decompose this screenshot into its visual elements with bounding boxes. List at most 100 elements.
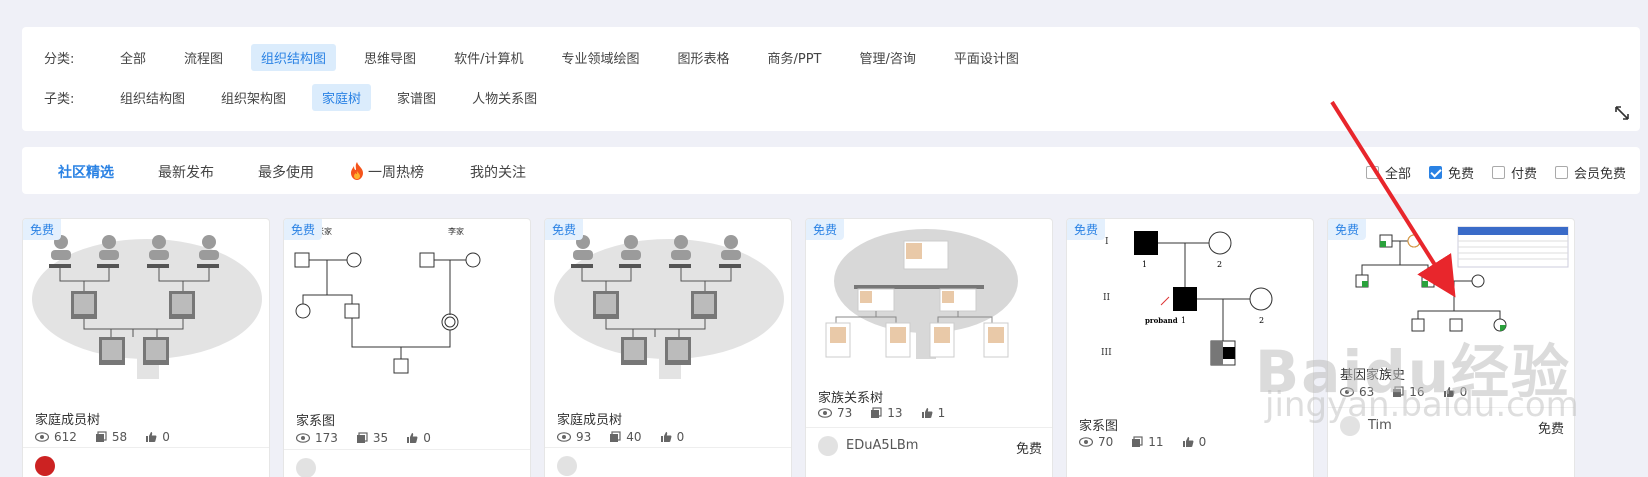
- category-flowchart[interactable]: 流程图: [174, 44, 233, 71]
- thumb-n2: 2: [1217, 260, 1222, 269]
- avatar: [296, 458, 316, 477]
- author-name[interactable]: EDuA5LBm: [846, 438, 918, 453]
- sort-tabs-panel: 社区精选 最新发布 最多使用 一周热榜 我的关注 全部 免费 付费 会员免费: [22, 147, 1640, 194]
- filter-all-checkbox[interactable]: 全部: [1365, 163, 1411, 182]
- copy-icon: [95, 431, 107, 442]
- views-count: 70: [1098, 435, 1114, 449]
- card-title: 家族关系树: [818, 391, 884, 406]
- views-stat: 63: [1340, 385, 1374, 399]
- template-card[interactable]: 免费 张家 李家 家系图 173 35 0: [283, 218, 531, 477]
- category-all[interactable]: 全部: [110, 44, 156, 71]
- genealogy-thumbnail: 张家 李家: [294, 226, 481, 374]
- likes-stat: 1: [921, 406, 945, 420]
- template-card[interactable]: 免费 基因家族史 63 16 0 Tim 免费: [1327, 218, 1575, 477]
- thumb-li-label: 李家: [448, 226, 464, 236]
- copies-stat: 35: [356, 431, 388, 445]
- template-card[interactable]: 免费 I II III 1 2 proband 1 2 家系图 70 11 0: [1066, 218, 1314, 477]
- card-stats: 173 35 0: [296, 431, 449, 445]
- avatar: [1340, 416, 1360, 436]
- eye-icon: [1079, 437, 1093, 447]
- tab-latest[interactable]: 最新发布: [158, 162, 214, 182]
- fire-icon: [350, 162, 364, 180]
- views-count: 63: [1359, 385, 1375, 399]
- category-row: 分类: 全部 流程图 组织结构图 思维导图 软件/计算机 专业领域绘图 图形表格…: [44, 43, 1047, 71]
- views-count: 173: [315, 431, 338, 445]
- thumb-gen1: I: [1105, 237, 1109, 247]
- subcategory-org-framework[interactable]: 组织架构图: [211, 84, 296, 111]
- subcategory-label: 子类:: [44, 91, 75, 107]
- copies-stat: 16: [1392, 385, 1425, 399]
- subcategory-family-tree[interactable]: 家庭树: [312, 83, 372, 111]
- card-stats: 93 40 0: [557, 430, 702, 444]
- likes-stat: 0: [1182, 435, 1206, 449]
- card-title: 家庭成员树: [557, 413, 623, 428]
- filter-member-free-label: 会员免费: [1573, 167, 1626, 182]
- template-card[interactable]: 免费 家族关系树 73 13 1 EDuA5LBm 免费: [805, 218, 1053, 477]
- thumb-proband-n1: 1: [1181, 316, 1186, 325]
- author-name[interactable]: Tim: [1368, 418, 1392, 433]
- copies-count: 40: [626, 430, 642, 444]
- subcategory-row: 子类: 组织结构图 组织架构图 家庭树 家谱图 人物关系图: [44, 83, 563, 111]
- copies-count: 11: [1148, 435, 1164, 449]
- category-business-ppt[interactable]: 商务/PPT: [757, 44, 831, 71]
- template-card[interactable]: 免费 家庭成员树 93 40 0: [544, 218, 792, 477]
- card-footer: EDuA5LBm 免费: [806, 427, 1052, 467]
- subcategory-relationship[interactable]: 人物关系图: [462, 84, 547, 111]
- filter-paid-checkbox[interactable]: 付费: [1491, 163, 1537, 182]
- tab-following[interactable]: 我的关注: [470, 162, 526, 182]
- eye-icon: [818, 408, 832, 418]
- thumbs-up-icon: [660, 432, 672, 442]
- checkbox-icon: [1554, 166, 1568, 179]
- expand-icon[interactable]: [1614, 105, 1630, 121]
- eye-icon: [557, 432, 571, 442]
- likes-stat: 0: [406, 431, 431, 445]
- avatar: [818, 436, 838, 456]
- views-stat: 93: [557, 430, 591, 444]
- card-stats: 612 58 0: [35, 430, 188, 444]
- thumb-gen2: II: [1103, 293, 1111, 303]
- category-management[interactable]: 管理/咨询: [849, 44, 925, 71]
- thumb-proband: proband: [1145, 316, 1178, 325]
- thumbs-up-icon: [1443, 387, 1455, 397]
- views-stat: 612: [35, 430, 77, 444]
- views-stat: 73: [818, 406, 852, 420]
- filter-free-checkbox[interactable]: 免费: [1428, 163, 1474, 182]
- category-mindmap[interactable]: 思维导图: [354, 44, 426, 71]
- subcategory-genealogy[interactable]: 家谱图: [387, 84, 446, 111]
- price-filters: 全部 免费 付费 会员免费: [1348, 163, 1626, 182]
- eye-icon: [296, 433, 310, 443]
- thumbs-up-icon: [146, 432, 157, 442]
- card-footer: Tim 免费: [1328, 407, 1574, 447]
- card-stats: 63 16 0: [1340, 385, 1485, 399]
- likes-stat: 0: [145, 430, 170, 444]
- category-professional[interactable]: 专业领域绘图: [551, 44, 649, 71]
- template-card[interactable]: 免费 家庭成员树 612 58 0: [22, 218, 270, 477]
- copy-icon: [1132, 436, 1143, 447]
- pedigree-thumbnail: I II III 1 2 proband 1 2: [1101, 231, 1273, 366]
- tab-most-used[interactable]: 最多使用: [258, 162, 314, 182]
- subcategory-org-structure[interactable]: 组织结构图: [110, 84, 195, 111]
- tab-weekly-hot[interactable]: 一周热榜: [350, 162, 424, 182]
- category-software[interactable]: 软件/计算机: [444, 44, 533, 71]
- card-title: 家庭成员树: [35, 413, 101, 428]
- category-org-chart[interactable]: 组织结构图: [251, 43, 337, 71]
- checkbox-checked-icon: [1428, 166, 1442, 179]
- category-tables[interactable]: 图形表格: [667, 44, 739, 71]
- family-relationship-thumbnail: [825, 229, 1018, 359]
- filter-member-free-checkbox[interactable]: 会员免费: [1554, 163, 1626, 182]
- free-badge: 免费: [545, 219, 584, 240]
- free-badge: 免费: [1067, 219, 1106, 240]
- copies-count: 13: [887, 406, 903, 420]
- tab-community-picks[interactable]: 社区精选: [58, 162, 114, 182]
- copies-stat: 11: [1131, 435, 1164, 449]
- filter-all-label: 全部: [1384, 167, 1411, 182]
- tab-weekly-hot-label: 一周热榜: [368, 165, 424, 181]
- card-title: 基因家族史: [1340, 368, 1406, 383]
- category-label: 分类:: [44, 51, 75, 67]
- checkbox-icon: [1491, 166, 1505, 179]
- likes-stat: 0: [660, 430, 684, 444]
- free-badge: 免费: [284, 219, 323, 240]
- category-graphic-design[interactable]: 平面设计图: [944, 44, 1029, 71]
- thumb-spouse-n2: 2: [1259, 316, 1264, 325]
- thumb-n1: 1: [1142, 260, 1147, 269]
